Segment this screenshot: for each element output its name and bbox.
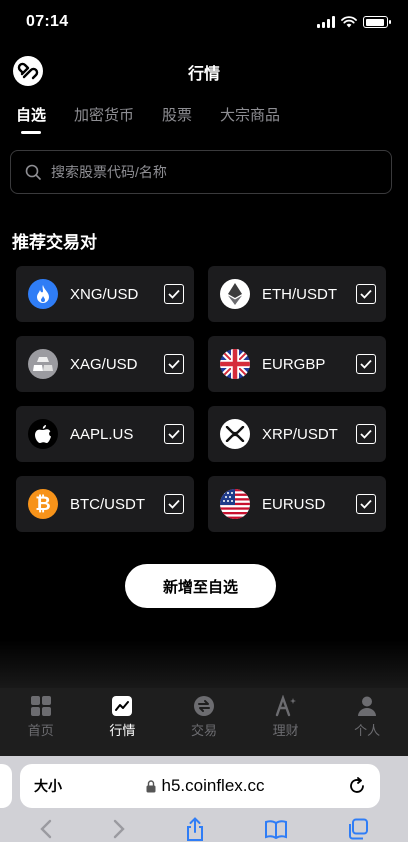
page-title: 行情 — [187, 66, 220, 83]
pair-checkbox[interactable] — [164, 354, 184, 374]
silver-bars-icon — [28, 349, 58, 379]
pair-checkbox[interactable] — [356, 494, 376, 514]
tabbar-label: 理财 — [272, 723, 299, 738]
back-icon[interactable] — [39, 819, 53, 839]
search-input[interactable]: 搜索股票代码/名称 — [10, 150, 392, 194]
pair-label: XAG/USD — [70, 355, 138, 373]
bookmarks-icon[interactable] — [264, 819, 288, 839]
status-time: 07:14 — [26, 13, 69, 30]
pair-label: XNG/USD — [70, 285, 139, 303]
apple-icon — [28, 419, 58, 449]
bitcoin-glyph: ₿ — [35, 492, 51, 515]
market-chart-icon — [110, 694, 134, 718]
market-tabs: 自选 加密货币 股票 大宗商品 — [0, 104, 280, 134]
pair-card-xng[interactable]: XNG/USD — [16, 266, 194, 322]
cellular-signal-icon — [317, 16, 335, 28]
finance-icon — [274, 694, 298, 718]
browser-toolbar: 大小 h5.coinflex.cc — [0, 756, 408, 842]
tabbar-item-profile[interactable]: 个人 — [332, 694, 402, 756]
bottom-fade — [0, 640, 408, 690]
uk-flag-icon — [220, 349, 250, 379]
header: 行情 — [0, 44, 408, 96]
tab-watchlist[interactable]: 自选 — [16, 104, 46, 134]
pair-checkbox[interactable] — [356, 424, 376, 444]
pair-card-eurusd[interactable]: EURUSD — [208, 476, 386, 532]
bottom-tabbar: 首页 行情 交易 理财 个人 — [0, 688, 408, 756]
pair-checkbox[interactable] — [164, 494, 184, 514]
pair-checkbox[interactable] — [164, 424, 184, 444]
pair-label: XRP/USDT — [262, 425, 338, 443]
pair-checkbox[interactable] — [164, 284, 184, 304]
tabbar-label: 首页 — [27, 723, 54, 738]
pair-label: EURUSD — [262, 495, 326, 513]
tabbar-label: 个人 — [354, 723, 381, 738]
previous-tab-preview[interactable] — [0, 764, 12, 808]
text-size-button[interactable]: 大小 — [34, 776, 62, 796]
ethereum-icon — [220, 279, 250, 309]
forward-icon[interactable] — [112, 819, 126, 839]
url-text: h5.coinflex.cc — [161, 776, 265, 795]
battery-icon — [363, 16, 391, 28]
status-bar: 07:14 — [0, 0, 408, 44]
add-to-watchlist-button[interactable]: 新增至自选 — [125, 564, 276, 608]
pair-checkbox[interactable] — [356, 354, 376, 374]
xrp-icon — [220, 419, 250, 449]
wifi-icon — [341, 16, 357, 28]
home-grid-icon — [29, 694, 53, 718]
tabbar-item-finance[interactable]: 理财 — [251, 694, 321, 756]
tabs-icon[interactable] — [347, 818, 369, 840]
pair-label: ETH/USDT — [262, 285, 337, 303]
pair-label: EURGBP — [262, 355, 326, 373]
pair-label: BTC/USDT — [70, 495, 145, 513]
tabbar-item-trade[interactable]: 交易 — [169, 694, 239, 756]
pair-card-xrp[interactable]: XRP/USDT — [208, 406, 386, 462]
status-icons — [317, 16, 391, 28]
tab-crypto[interactable]: 加密货币 — [74, 104, 134, 134]
lock-icon — [146, 779, 155, 792]
pair-card-xag[interactable]: XAG/USD — [16, 336, 194, 392]
tab-commodities[interactable]: 大宗商品 — [220, 104, 280, 134]
battery-level — [365, 18, 384, 26]
pair-card-btc[interactable]: ₿ BTC/USDT — [16, 476, 194, 532]
pair-card-eurgbp[interactable]: EURGBP — [208, 336, 386, 392]
person-icon — [355, 694, 379, 718]
tab-stocks[interactable]: 股票 — [162, 104, 192, 134]
tabbar-label: 行情 — [109, 723, 136, 738]
flame-icon — [28, 279, 58, 309]
tabbar-item-market[interactable]: 行情 — [87, 694, 157, 756]
recommended-pairs: XNG/USD ETH/USDT XAG/USD EURGBP AAPL.US — [16, 266, 386, 532]
pair-label: AAPL.US — [70, 425, 134, 443]
search-icon — [25, 164, 41, 180]
search-placeholder: 搜索股票代码/名称 — [51, 164, 167, 180]
bitcoin-icon: ₿ — [28, 489, 58, 519]
exchange-icon — [192, 694, 216, 718]
tabbar-label: 交易 — [190, 723, 217, 738]
pair-card-aapl[interactable]: AAPL.US — [16, 406, 194, 462]
us-flag-icon — [220, 489, 250, 519]
pair-checkbox[interactable] — [356, 284, 376, 304]
browser-nav — [0, 816, 408, 842]
url-display[interactable]: h5.coinflex.cc — [62, 776, 348, 796]
tabbar-item-home[interactable]: 首页 — [6, 694, 76, 756]
pair-card-eth[interactable]: ETH/USDT — [208, 266, 386, 322]
address-bar[interactable]: 大小 h5.coinflex.cc — [20, 764, 380, 808]
section-title: 推荐交易对 — [12, 233, 97, 252]
share-icon[interactable] — [185, 817, 205, 841]
reload-icon[interactable] — [348, 777, 366, 795]
